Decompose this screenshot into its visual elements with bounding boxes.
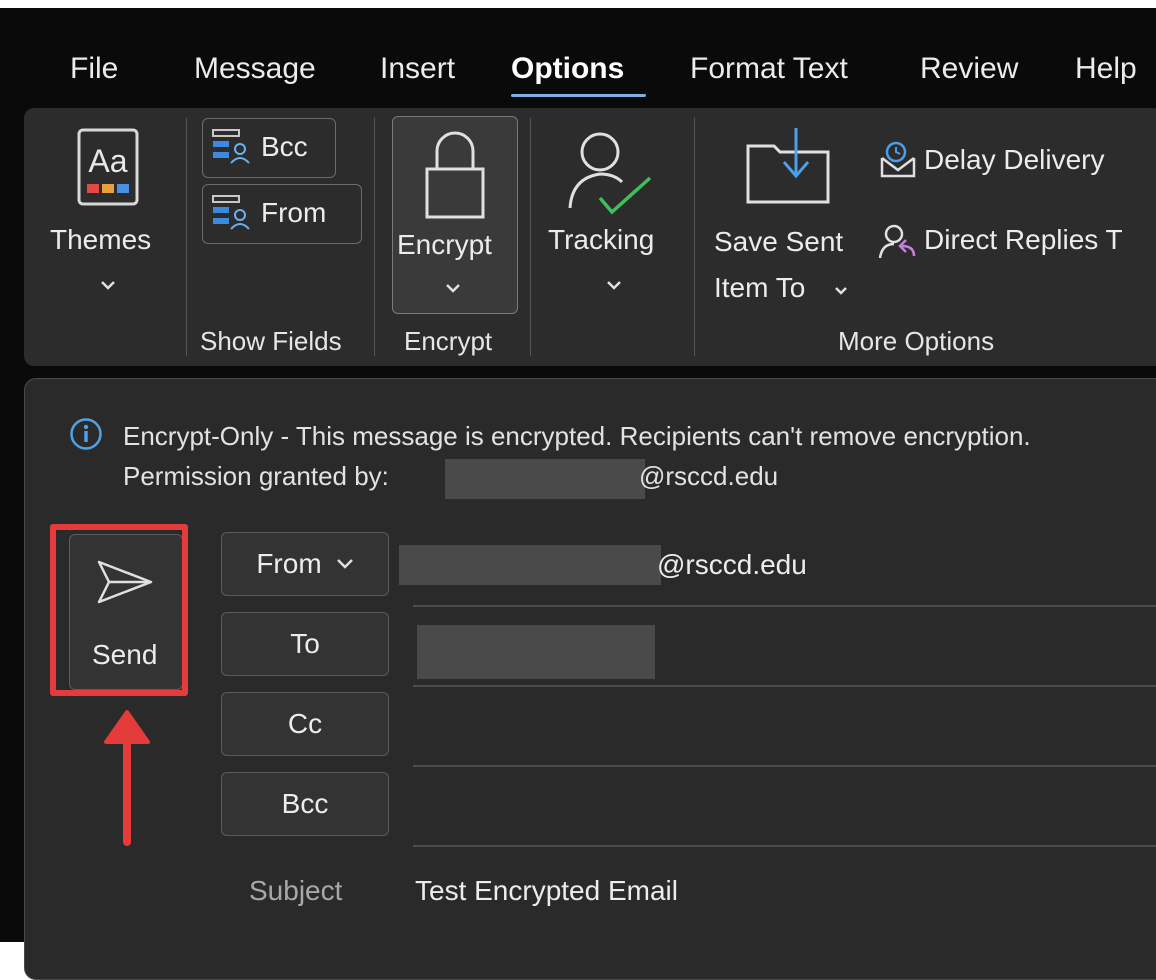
menu-message[interactable]: Message	[194, 52, 316, 86]
menu-options[interactable]: Options	[511, 52, 624, 86]
direct-replies-label: Direct Replies T	[924, 224, 1123, 255]
cc-input[interactable]	[413, 695, 1156, 759]
chevron-down-icon	[607, 281, 621, 290]
cc-divider	[413, 765, 1156, 767]
redacted-sender	[445, 459, 645, 499]
more-options-group-label: More Options	[838, 326, 995, 356]
from-field-button[interactable]: From	[202, 184, 362, 244]
to-button-label: To	[290, 628, 320, 659]
show-fields-group-label: Show Fields	[200, 326, 342, 356]
encrypt-group-label: Encrypt	[404, 326, 493, 356]
ribbon-separator	[694, 118, 695, 356]
compose-panel: Encrypt-Only - This message is encrypted…	[24, 378, 1156, 980]
save-sent-item-button[interactable]: Save Sent Item To	[708, 122, 868, 312]
tracking-icon	[568, 132, 652, 215]
ribbon: Aa Themes Bcc From Show Fields Encrypt E…	[24, 108, 1156, 366]
from-button-label: From	[256, 548, 322, 579]
save-sent-label-2: Item To	[714, 272, 806, 303]
menu-format-text[interactable]: Format Text	[690, 52, 848, 86]
ribbon-separator	[186, 118, 187, 356]
lock-icon	[425, 131, 485, 219]
delay-delivery-button[interactable]: Delay Delivery	[874, 138, 1156, 188]
subject-value: Test Encrypted Email	[415, 875, 678, 906]
clock-envelope-icon	[880, 141, 916, 178]
chevron-down-icon	[446, 284, 460, 293]
send-highlight-box	[50, 524, 188, 696]
bcc-field-button[interactable]: Bcc	[202, 118, 336, 178]
from-divider	[413, 605, 1156, 607]
bcc-field-label: Bcc	[261, 131, 308, 162]
save-sent-label-1: Save Sent	[714, 226, 844, 257]
themes-button[interactable]: Aa Themes	[42, 122, 172, 312]
active-tab-underline	[511, 94, 646, 97]
arrow-up-icon	[104, 710, 150, 846]
from-field-label: From	[261, 197, 327, 228]
subject-label: Subject	[249, 875, 343, 906]
permission-granted-label: Permission granted by:	[123, 461, 389, 491]
svg-text:Aa: Aa	[88, 143, 127, 179]
encrypt-label: Encrypt	[397, 229, 492, 260]
bcc-button[interactable]: Bcc	[221, 772, 389, 836]
menu-bar: File Message Insert Options Format Text …	[0, 8, 1156, 106]
encryption-info-text: Encrypt-Only - This message is encrypted…	[123, 421, 1031, 451]
show-field-icon	[212, 129, 250, 164]
person-reply-icon	[878, 224, 916, 259]
to-divider	[413, 685, 1156, 687]
cc-button[interactable]: Cc	[221, 692, 389, 756]
outlook-window: File Message Insert Options Format Text …	[0, 8, 1156, 980]
to-input[interactable]	[413, 615, 1156, 679]
from-button[interactable]: From	[221, 532, 389, 596]
menu-review[interactable]: Review	[920, 52, 1018, 86]
ribbon-separator	[530, 118, 531, 356]
encrypt-button[interactable]: Encrypt	[392, 116, 518, 314]
info-icon	[70, 418, 102, 450]
bcc-button-label: Bcc	[281, 788, 329, 819]
themes-label: Themes	[50, 224, 152, 255]
direct-replies-button[interactable]: Direct Replies T	[874, 218, 1156, 268]
redacted-from-address	[399, 545, 661, 585]
redacted-recipient	[417, 625, 655, 679]
menu-help[interactable]: Help	[1075, 52, 1137, 86]
tracking-label: Tracking	[548, 224, 655, 255]
themes-icon: Aa	[77, 128, 139, 206]
bcc-input[interactable]	[413, 775, 1156, 839]
show-field-icon	[212, 195, 250, 230]
ribbon-separator	[374, 118, 375, 356]
subject-input[interactable]: Test Encrypted Email	[413, 863, 1156, 923]
delay-delivery-label: Delay Delivery	[924, 144, 1105, 175]
tracking-button[interactable]: Tracking	[542, 122, 682, 312]
folder-arrow-icon	[746, 128, 830, 204]
permission-domain: @rsccd.edu	[639, 461, 779, 491]
chevron-down-icon	[101, 281, 115, 290]
menu-insert[interactable]: Insert	[380, 52, 455, 86]
chevron-down-icon	[336, 559, 353, 569]
bcc-divider	[413, 845, 1156, 847]
menu-file[interactable]: File	[70, 52, 118, 86]
cc-button-label: Cc	[287, 708, 323, 739]
chevron-down-icon	[835, 287, 847, 295]
to-button[interactable]: To	[221, 612, 389, 676]
from-address: @rsccd.edu	[657, 549, 807, 580]
